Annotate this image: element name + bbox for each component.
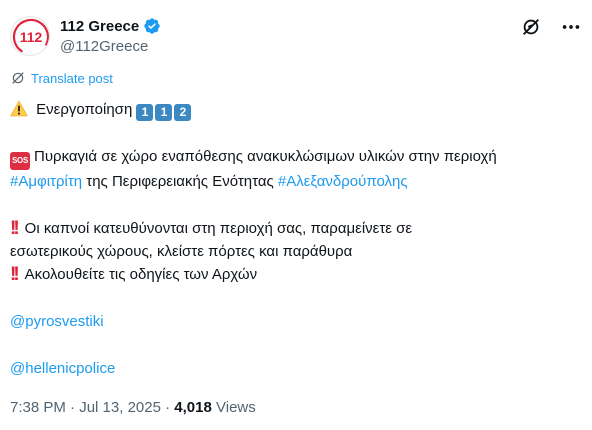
double-exclamation-icon: !! [10,264,20,285]
location-line: #Αμφιτρίτη της Περιφερειακής Ενότητας #Α… [10,170,578,193]
post-time[interactable]: 7:38 PM [10,399,66,416]
grok-icon[interactable] [520,16,542,38]
instructions-text: Ακολουθείτε τις οδηγίες των Αρχών [24,266,258,283]
post-metadata: 7:38 PM · Jul 13, 2025 · 4,018 Views [10,399,256,416]
display-name[interactable]: 112 Greece [60,18,139,35]
hashtag-amfitriti[interactable]: #Αμφιτρίτη [10,173,82,190]
activation-line: Ενεργοποίηση 112 [10,98,578,121]
indoors-line: εσωτερικούς χώρους, κλείστε πόρτες και π… [10,240,578,263]
avatar[interactable]: 112 [10,16,50,56]
translate-icon [12,72,24,84]
views-label: Views [211,399,256,416]
instructions-line: !! Ακολουθείτε τις οδηγίες των Αρχών [10,263,578,286]
author-handle[interactable]: @112Greece [60,38,161,55]
post-header: 112 112 Greece @112Greece [10,14,582,58]
mention-hellenicpolice-line: @hellenicpolice [10,357,578,380]
more-options-icon[interactable] [560,16,582,38]
double-exclamation-icon: !! [10,218,20,239]
keycap-two-icon: 2 [174,104,192,121]
post-date[interactable]: Jul 13, 2025 [79,399,161,416]
meta-separator: · [160,399,175,416]
views-count: 4,018 [174,399,212,416]
indoors-text: εσωτερικούς χώρους, κλείστε πόρτες και π… [10,243,353,260]
keycap-one-icon: 1 [155,104,173,121]
translate-post-link[interactable]: Translate post [10,70,113,86]
mention-pyrosvestiki-line: @pyrosvestiki [10,310,578,333]
smoke-warning-text: Οι καπνοί κατευθύνονται στη περιοχή σας,… [24,220,413,237]
author-info: 112 Greece @112Greece [60,16,161,55]
sos-icon: SOS [10,152,30,170]
meta-separator: · [65,399,80,416]
fire-alert-text: Πυρκαγιά σε χώρο εναπόθεσης ανακυκλώσιμω… [34,148,497,165]
mention-hellenicpolice[interactable]: @hellenicpolice [10,360,115,377]
location-text: της Περιφερειακής Ενότητας [82,173,278,190]
warning-icon [10,100,28,117]
verified-badge-icon [144,18,160,34]
mention-pyrosvestiki[interactable]: @pyrosvestiki [10,313,104,330]
svg-text:112: 112 [20,29,43,45]
activation-text: Ενεργοποίηση [36,101,133,118]
translate-label: Translate post [31,70,113,86]
post-actions [520,16,582,38]
hashtag-alexandroupolis[interactable]: #Αλεξανδρούπολης [278,173,408,190]
smoke-warning-line: !! Οι καπνοί κατευθύνονται στη περιοχή σα… [10,217,578,240]
brand-logo-icon: 112 [12,18,49,55]
post-text: Ενεργοποίηση 112 SOS Πυρκαγιά σε χώρο ενα… [10,98,578,380]
keycap-one-icon: 1 [136,104,154,121]
fire-alert-line: SOS Πυρκαγιά σε χώρο εναπόθεσης ανακυκλώσ… [10,145,578,170]
